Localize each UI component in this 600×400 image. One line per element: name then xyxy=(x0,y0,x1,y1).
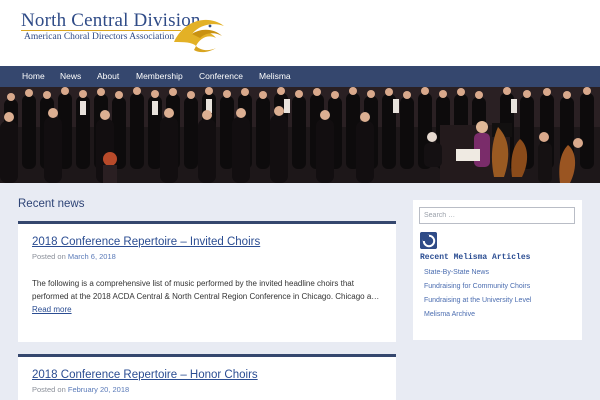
post-title-link[interactable]: 2018 Conference Repertoire – Invited Cho… xyxy=(32,236,260,248)
sidebar-link-state-news[interactable]: State-By-State News xyxy=(424,269,489,276)
site-header: North Central Division American Choral D… xyxy=(0,0,600,66)
sidebar-link-community-fundraising[interactable]: Fundraising for Community Choirs xyxy=(424,283,530,290)
section-title-recent-news: Recent news xyxy=(18,198,85,210)
post-excerpt: The following is a comprehensive list of… xyxy=(32,277,382,316)
nav-item-conference[interactable]: Conference xyxy=(199,66,243,87)
post-card: 2018 Conference Repertoire – Honor Choir… xyxy=(18,354,396,400)
main-nav: Home News About Membership Conference Me… xyxy=(0,66,600,87)
sidebar-link-melisma-archive[interactable]: Melisma Archive xyxy=(424,311,475,318)
posted-on-label: Posted on xyxy=(32,385,66,394)
logo-divider xyxy=(21,30,181,31)
post-card: 2018 Conference Repertoire – Invited Cho… xyxy=(18,221,396,342)
choir-hero-image xyxy=(0,87,600,183)
nav-item-membership[interactable]: Membership xyxy=(136,66,183,87)
post-meta: Posted on March 6, 2018 xyxy=(32,252,116,261)
sidebar-link-university-fundraising[interactable]: Fundraising at the University Level xyxy=(424,297,531,304)
nav-item-melisma[interactable]: Melisma xyxy=(259,66,291,87)
nav-item-home[interactable]: Home xyxy=(22,66,45,87)
post-meta: Posted on February 20, 2018 xyxy=(32,385,129,394)
post-excerpt-text: The following is a comprehensive list of… xyxy=(32,279,380,301)
read-more-link[interactable]: Read more xyxy=(32,305,72,314)
nav-item-about[interactable]: About xyxy=(97,66,119,87)
sidebar-widget: Recent Melisma Articles State-By-State N… xyxy=(413,200,582,340)
search-input[interactable] xyxy=(419,207,575,224)
post-title-link[interactable]: 2018 Conference Repertoire – Honor Choir… xyxy=(32,369,258,381)
nav-item-news[interactable]: News xyxy=(60,66,81,87)
site-subtitle: American Choral Directors Association xyxy=(24,32,175,42)
widget-title: Recent Melisma Articles xyxy=(420,253,531,262)
post-date-link[interactable]: March 6, 2018 xyxy=(68,252,116,261)
melisma-logo-icon[interactable] xyxy=(420,232,437,249)
post-date-link[interactable]: February 20, 2018 xyxy=(68,385,129,394)
posted-on-label: Posted on xyxy=(32,252,66,261)
acda-bird-logo-icon[interactable] xyxy=(170,12,228,56)
